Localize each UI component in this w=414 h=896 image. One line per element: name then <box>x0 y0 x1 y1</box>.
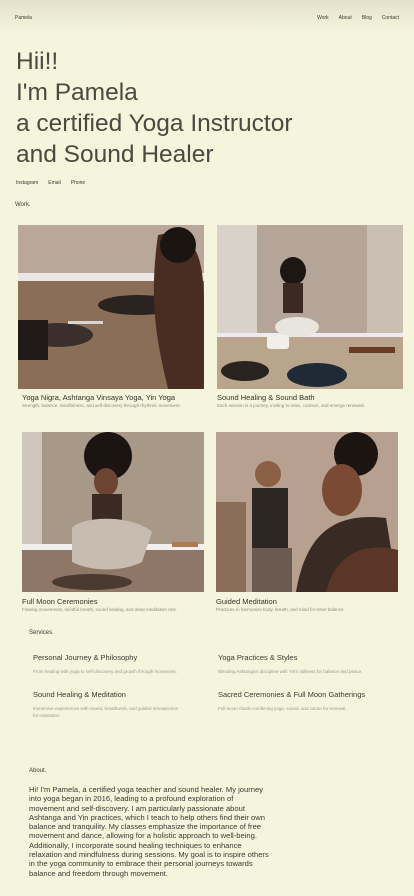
hero-heading: Hii!! I'm Pamela a certified Yoga Instru… <box>16 46 406 170</box>
link-phone[interactable]: Phone <box>71 180 85 186</box>
social-links: Instagram Email Phone <box>16 180 85 186</box>
main-nav: Work About Blog Contact <box>317 15 399 21</box>
hero-line-2: I'm Pamela <box>16 79 138 106</box>
service-sound-desc: Immersive experiences with sound, breath… <box>33 706 179 718</box>
card-sound-title[interactable]: Sound Healing & Sound Bath <box>217 393 315 402</box>
nav-about[interactable]: About <box>339 15 352 21</box>
service-practices-desc: Blending Ashtanga's discipline with Yin'… <box>218 669 363 674</box>
card-yoga-title[interactable]: Yoga Nigra, Ashtanga Vinsaya Yoga, Yin Y… <box>22 393 175 402</box>
nav-contact[interactable]: Contact <box>382 15 399 21</box>
service-practices-title: Yoga Practices & Styles <box>218 653 298 662</box>
services-label: Services. <box>29 630 54 636</box>
service-ceremonies-desc: Full moon rituals combining yoga, sound,… <box>218 706 347 711</box>
hero-line-1: Hii!! <box>16 48 59 75</box>
card-sound-desc: Each session is a journey, inviting to r… <box>217 403 365 408</box>
card-meditation-title[interactable]: Guided Meditation <box>216 597 277 606</box>
card-sound-image[interactable] <box>217 225 403 389</box>
card-fullmoon-title[interactable]: Full Moon Ceremonies <box>22 597 97 606</box>
hero-line-3: a certified Yoga Instructor <box>16 110 293 137</box>
link-instagram[interactable]: Instagram <box>16 180 38 186</box>
about-paragraph: Hi! I'm Pamela, a certified yoga teacher… <box>29 785 269 878</box>
card-meditation-desc: Practices to harmonize body, breath, and… <box>216 607 345 612</box>
hero-line-4: and Sound Healer <box>16 141 214 168</box>
card-fullmoon-image[interactable] <box>22 432 204 592</box>
card-meditation-image[interactable] <box>216 432 398 592</box>
service-journey-desc: From healing with yoga to self-discovery… <box>33 669 177 674</box>
link-email[interactable]: Email <box>48 180 61 186</box>
card-yoga-desc: Strength, balance, mindfulness, and self… <box>22 403 181 408</box>
service-ceremonies-title: Sacred Ceremonies & Full Moon Gatherings <box>218 690 366 699</box>
service-sound-title: Sound Healing & Meditation <box>33 690 126 699</box>
work-label: Work. <box>15 202 31 208</box>
card-yoga-image[interactable] <box>18 225 204 389</box>
about-label: About. <box>29 768 47 774</box>
nav-blog[interactable]: Blog <box>362 15 372 21</box>
brand-logo[interactable]: Pamela <box>15 15 32 21</box>
card-fullmoon-desc: Flowing movements, mindful breath, sound… <box>22 607 177 612</box>
nav-work[interactable]: Work <box>317 15 329 21</box>
service-journey-title: Personal Journey & Philosophy <box>33 653 138 662</box>
